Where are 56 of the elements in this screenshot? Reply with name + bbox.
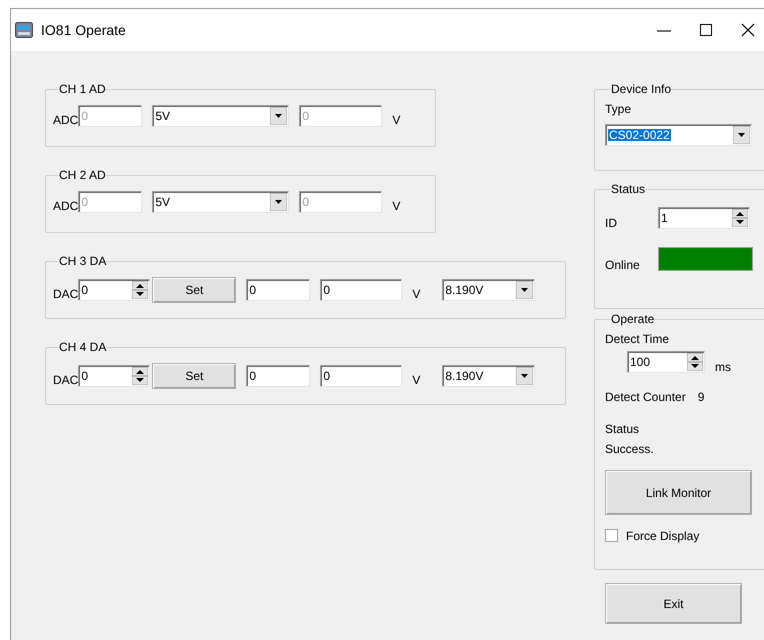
field-label: Detect Counter xyxy=(605,391,686,403)
dropdown-arrow-icon[interactable] xyxy=(516,281,534,299)
dropdown[interactable]: 5V xyxy=(152,191,290,213)
dropdown-arrow-icon[interactable] xyxy=(270,193,288,211)
spinner-arrows-icon[interactable] xyxy=(732,209,748,227)
window-title: IO81 Operate xyxy=(41,20,126,40)
group-title: CH 4 DA xyxy=(59,341,106,353)
input-field[interactable]: 0 xyxy=(320,279,402,301)
set-button[interactable]: Set xyxy=(152,363,236,389)
checkbox[interactable] xyxy=(605,529,618,542)
unit-label: ms xyxy=(715,361,731,373)
exit-button[interactable]: Exit xyxy=(605,583,742,624)
field-label: DAC xyxy=(53,374,78,387)
link-monitor-button[interactable]: Link Monitor xyxy=(605,470,752,515)
spin-field[interactable]: 1 xyxy=(658,207,750,229)
input-field[interactable]: 0 xyxy=(246,365,310,387)
group-title: CH 1 AD xyxy=(59,83,106,95)
app-icon xyxy=(15,22,33,38)
set-button[interactable]: Set xyxy=(152,277,236,303)
spinner-arrows-icon[interactable] xyxy=(132,281,148,299)
unit-label: V xyxy=(412,374,420,387)
spin-field[interactable]: 0 xyxy=(78,279,150,301)
field-label: ADC xyxy=(53,200,78,213)
field-label: Online xyxy=(605,259,641,271)
field-label: Status xyxy=(605,423,640,435)
spinner-arrows-icon[interactable] xyxy=(132,367,148,385)
unit-label: V xyxy=(392,200,400,213)
group-title: CH 3 DA xyxy=(59,255,106,267)
field-label: ADC xyxy=(53,114,78,127)
group-title: Device Info xyxy=(611,83,672,95)
field-label: Detect Time xyxy=(605,333,670,345)
counter-value: 9 xyxy=(698,391,704,403)
close-icon[interactable] xyxy=(740,22,756,38)
input-field[interactable]: 0 xyxy=(320,365,402,387)
input-field[interactable]: 0 xyxy=(246,279,310,301)
checkbox-label: Force Display xyxy=(626,530,700,542)
group-title: Operate xyxy=(611,313,654,325)
dropdown-arrow-icon[interactable] xyxy=(270,107,288,125)
unit-label: V xyxy=(412,288,420,301)
group-title: CH 2 AD xyxy=(59,169,106,181)
dropdown[interactable]: 8.190V xyxy=(442,365,536,387)
spin-field[interactable]: 0 xyxy=(78,365,150,387)
dropdown[interactable]: 5V xyxy=(152,105,290,127)
dropdown[interactable]: 8.190V xyxy=(442,279,536,301)
status-message: Success. xyxy=(605,443,655,455)
group-title: Status xyxy=(611,183,646,195)
dropdown-arrow-icon[interactable] xyxy=(733,126,750,144)
field-label: DAC xyxy=(53,288,78,301)
dropdown[interactable]: CS02-0022 xyxy=(605,124,752,146)
unit-label: V xyxy=(392,114,400,127)
field-label: ID xyxy=(605,217,618,229)
spin-field[interactable]: 100 xyxy=(627,351,705,373)
dropdown-arrow-icon[interactable] xyxy=(516,367,534,385)
field-label: Type xyxy=(605,103,632,115)
spinner-arrows-icon[interactable] xyxy=(687,353,703,371)
maximize-icon[interactable] xyxy=(698,22,714,38)
